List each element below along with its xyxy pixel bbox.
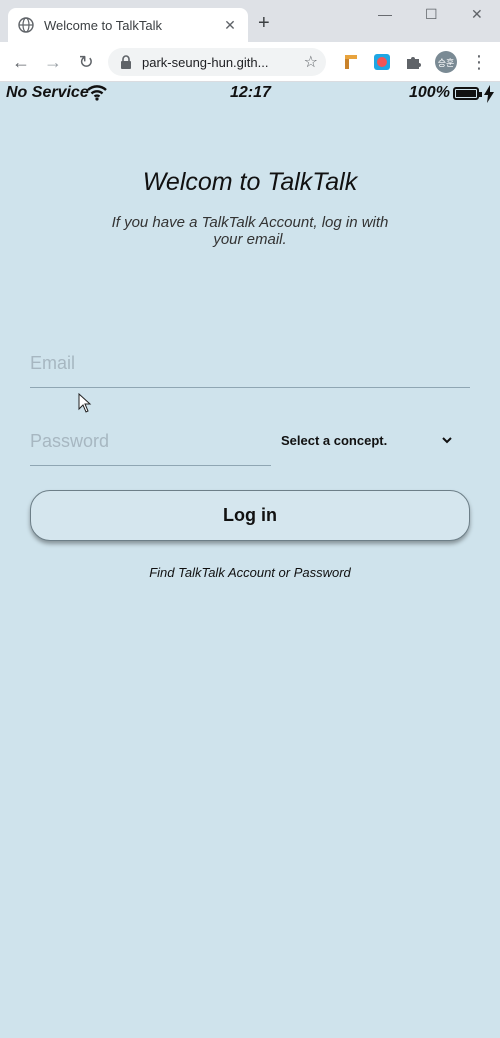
- concept-select-label: Select a concept.: [281, 432, 388, 448]
- email-field[interactable]: [30, 340, 470, 388]
- chevron-down-icon: [442, 437, 452, 444]
- tab-title: Welcome to TalkTalk: [44, 17, 163, 33]
- browser-tab[interactable]: Welcome to TalkTalk ✕: [8, 8, 248, 42]
- window-close-icon[interactable]: ✕: [471, 6, 483, 23]
- wifi-icon: [87, 85, 107, 101]
- back-button[interactable]: ←: [10, 51, 32, 73]
- extension-colorpicker-icon[interactable]: [373, 53, 391, 71]
- page-subtitle: If you have a TalkTalk Account, log in w…: [111, 214, 389, 248]
- clock-time: 12:17: [230, 84, 271, 101]
- browser-tabbar: Welcome to TalkTalk ✕ + — ☐ ✕: [0, 0, 500, 42]
- close-tab-icon[interactable]: ✕: [222, 17, 238, 34]
- battery-icon: [453, 87, 482, 100]
- browser-menu-icon[interactable]: ⋮: [468, 51, 490, 73]
- minimize-icon[interactable]: —: [378, 6, 392, 22]
- carrier-label: No Service: [6, 84, 89, 101]
- login-button[interactable]: Log in: [30, 490, 470, 541]
- lock-icon: [121, 55, 131, 69]
- bookmark-star-icon[interactable]: ☆: [304, 52, 318, 72]
- mouse-cursor-icon: [78, 393, 92, 413]
- new-tab-button[interactable]: +: [258, 13, 270, 33]
- find-account-link[interactable]: Find TalkTalk Account or Password: [0, 565, 500, 580]
- globe-icon: [18, 17, 34, 33]
- password-field[interactable]: [30, 418, 271, 466]
- battery-percent: 100%: [409, 84, 450, 101]
- concept-select[interactable]: Select a concept.: [281, 428, 453, 452]
- charging-bolt-icon: [484, 85, 494, 103]
- extension-icon[interactable]: [342, 53, 360, 71]
- browser-toolbar: ← → ↻ park-seung-hun.gith... ☆ 승훈 ⋮: [0, 42, 500, 82]
- reload-button[interactable]: ↻: [75, 51, 97, 73]
- page-title: Welcom to TalkTalk: [142, 168, 358, 196]
- forward-button[interactable]: →: [42, 51, 64, 73]
- extensions-puzzle-icon[interactable]: [404, 53, 422, 71]
- url-text: park-seung-hun.gith...: [142, 54, 269, 70]
- maximize-icon[interactable]: ☐: [425, 6, 438, 23]
- status-bar: No Service 12:17 100%: [0, 82, 500, 106]
- profile-avatar[interactable]: 승훈: [435, 51, 457, 73]
- address-bar[interactable]: park-seung-hun.gith... ☆: [108, 48, 326, 76]
